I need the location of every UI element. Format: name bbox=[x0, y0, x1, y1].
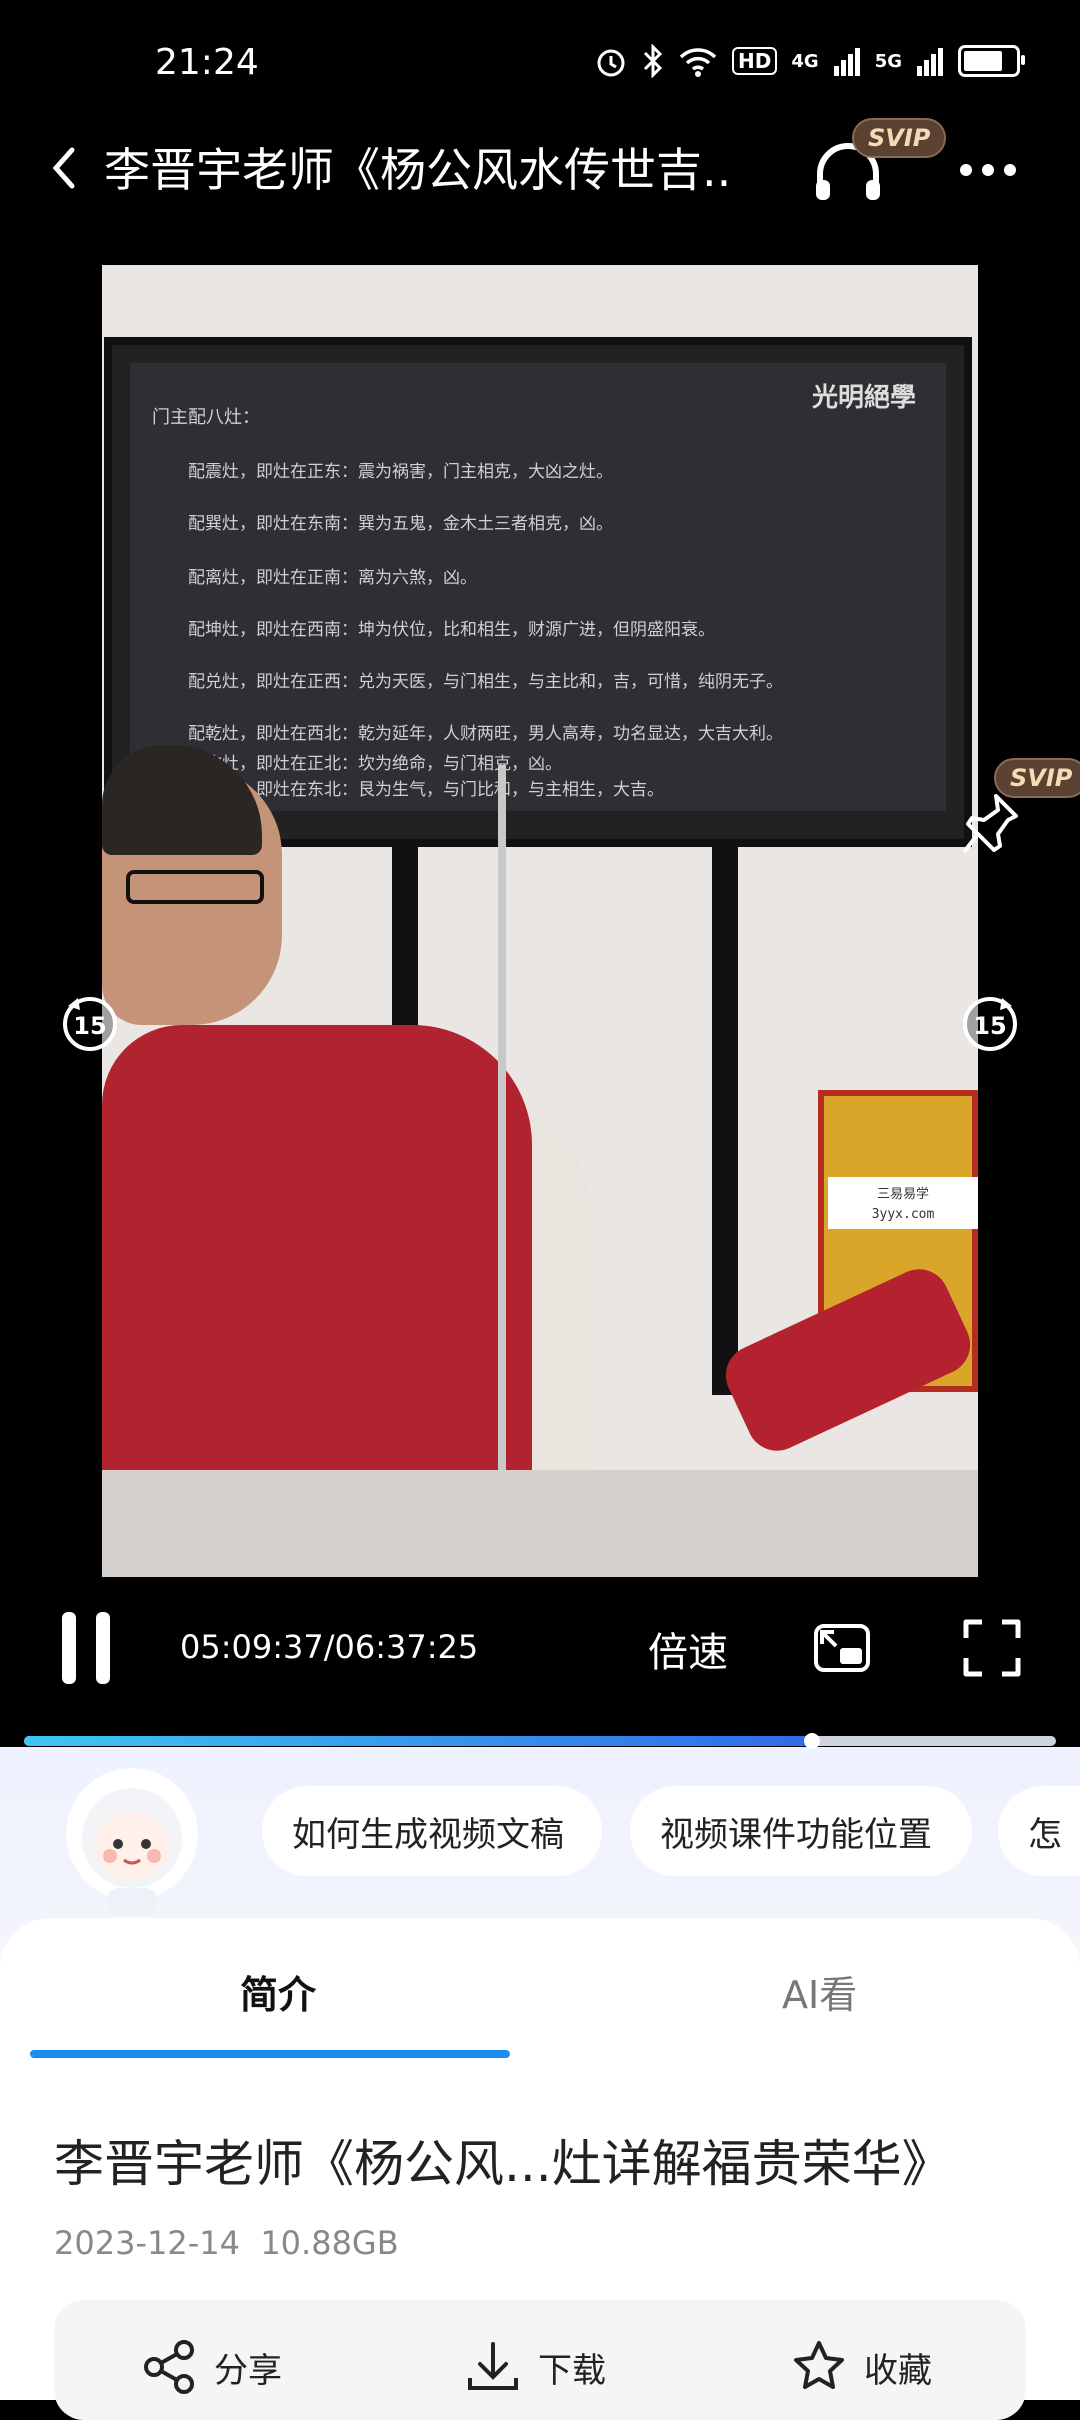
pointer-stick bbox=[498, 765, 506, 1577]
share-label: 分享 bbox=[214, 2350, 282, 2391]
rewind-15-icon[interactable]: 15 bbox=[58, 990, 122, 1054]
signal-bars-icon-2 bbox=[917, 48, 943, 76]
forward-label: 15 bbox=[973, 1012, 1006, 1040]
tv-heading: 门主配八灶： bbox=[152, 407, 260, 428]
forward-15-icon[interactable]: 15 bbox=[958, 990, 1022, 1054]
video-size: 10.88GB bbox=[260, 2224, 399, 2262]
favorite-button[interactable]: 收藏 bbox=[790, 2338, 932, 2396]
wifi-icon bbox=[679, 48, 717, 77]
tab-indicator bbox=[30, 2050, 510, 2058]
hd-badge: HD bbox=[732, 47, 778, 75]
timecode: 05:09:37/06:37:25 bbox=[180, 1628, 479, 1666]
progress-bar[interactable] bbox=[24, 1736, 1056, 1746]
star-icon bbox=[794, 2341, 844, 2389]
suggestion-chip[interactable]: 怎 bbox=[998, 1786, 1080, 1876]
tab-ai-watch[interactable]: AI看 bbox=[782, 1964, 857, 2019]
tv-line: 配兑灶，即灶在正西：兑为天医，与门相生，与主比和，吉，可惜，纯阴无子。 bbox=[188, 672, 783, 692]
tv-line: 配乾灶，即灶在西北：乾为延年，人财两旺，男人高寿，功名显达，大吉大利。 bbox=[188, 724, 783, 744]
video-title: 李晋宇老师《杨公风...灶详解福贵荣华》 bbox=[54, 2135, 952, 2193]
status-bar: 21:24 HD 4G 5G bbox=[0, 0, 1080, 130]
pip-icon[interactable] bbox=[810, 1616, 874, 1680]
tv-line: 配巽灶，即灶在东南：巽为五鬼，金木土三者相克，凶。 bbox=[188, 514, 613, 534]
signal-5g-label: 5G bbox=[874, 50, 902, 72]
fullscreen-icon[interactable] bbox=[960, 1616, 1024, 1680]
download-button[interactable]: 下载 bbox=[464, 2338, 606, 2396]
more-options-icon[interactable] bbox=[960, 164, 1016, 176]
share-icon bbox=[144, 2340, 194, 2394]
suggestion-chip[interactable]: 视频课件功能位置 bbox=[630, 1786, 972, 1876]
suggestion-chip[interactable]: 如何生成视频文稿 bbox=[262, 1786, 602, 1876]
speed-button[interactable]: 倍速 bbox=[648, 1620, 728, 1678]
watermark-line: 3yyx.com bbox=[871, 1207, 935, 1222]
tv-line: 配坤灶，即灶在西南：坤为伏位，比和相生，财源广进，但阴盛阳衰。 bbox=[188, 620, 715, 640]
progress-fill bbox=[24, 1736, 813, 1746]
favorite-label: 收藏 bbox=[864, 2350, 932, 2391]
svip-badge: SVIP bbox=[852, 118, 947, 158]
status-icons: HD 4G 5G bbox=[594, 44, 1025, 78]
rewind-label: 15 bbox=[73, 1012, 106, 1040]
tv-logo: 光明絕學 bbox=[811, 383, 916, 413]
download-label: 下载 bbox=[538, 2350, 606, 2391]
signal-bars-icon bbox=[833, 48, 860, 76]
signal-4g-label: 4G bbox=[791, 50, 819, 72]
back-arrow-icon[interactable] bbox=[44, 138, 84, 198]
alarm-icon bbox=[597, 49, 625, 77]
tv-line: 配震灶，即灶在正东：震为祸害，门主相克，大凶之灶。 bbox=[188, 462, 613, 482]
watermark-line: 三易易学 bbox=[876, 1187, 929, 1202]
video-title-header: 李晋宇老师《杨公风水传世吉.. bbox=[104, 143, 732, 197]
download-icon bbox=[468, 2342, 518, 2390]
tv-line: 配离灶，即灶在正南：离为六煞，凶。 bbox=[188, 568, 477, 588]
tv-stand-right bbox=[712, 835, 738, 1395]
tv-screen: 光明絕學 门主配八灶： 配震灶，即灶在正东：震为祸害，门主相克，大凶之灶。 配巽… bbox=[130, 363, 946, 811]
presenter-glasses bbox=[126, 870, 264, 904]
video-player[interactable]: 光明絕學 门主配八灶： 配震灶，即灶在正东：震为祸害，门主相克，大凶之灶。 配巽… bbox=[102, 265, 978, 1577]
tab-intro[interactable]: 简介 bbox=[240, 1964, 316, 2019]
ai-mascot-avatar[interactable] bbox=[52, 1768, 212, 1916]
bluetooth-icon bbox=[643, 44, 663, 78]
battery-icon bbox=[958, 45, 1025, 77]
share-button[interactable]: 分享 bbox=[140, 2338, 282, 2396]
watermark: 三易易学 3yyx.com bbox=[828, 1177, 978, 1229]
desk bbox=[102, 1470, 978, 1577]
pin-icon[interactable] bbox=[960, 790, 1022, 860]
status-time: 21:24 bbox=[155, 42, 259, 83]
video-meta: 2023-12-14 10.88GB bbox=[54, 2224, 399, 2262]
pause-button[interactable] bbox=[62, 1612, 110, 1684]
video-date: 2023-12-14 bbox=[54, 2224, 240, 2262]
